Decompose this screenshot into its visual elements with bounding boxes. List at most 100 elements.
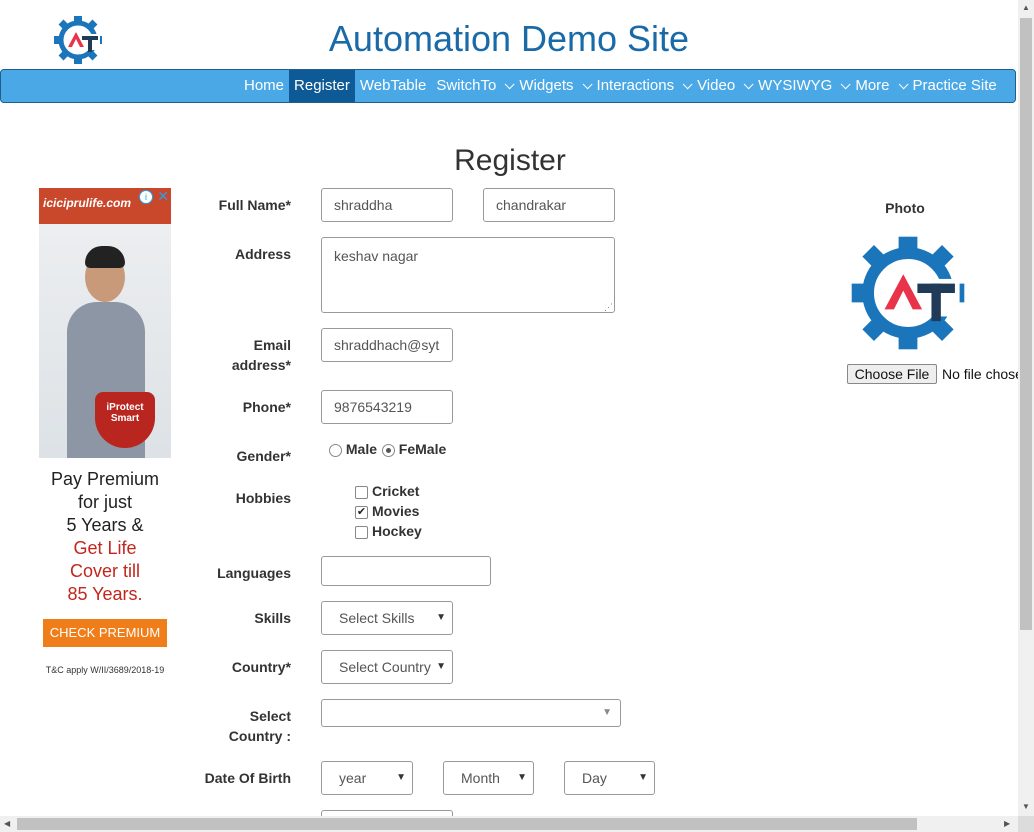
hobbies-label: Hobbies	[235, 490, 291, 506]
gender-female-label: FeMale	[398, 441, 447, 457]
ad-line: Cover till	[69, 561, 140, 581]
ad-line: 85 Years.	[67, 584, 143, 604]
hobby-hockey-checkbox[interactable]	[355, 526, 368, 539]
nav-label: WYSIWYG	[758, 77, 833, 94]
email-label-line: Email	[253, 337, 291, 353]
ad-line: Pay Premium	[50, 469, 160, 489]
skills-select[interactable]: Select Skills ▼	[321, 601, 453, 635]
country-select-value: Select Country	[339, 659, 431, 675]
scroll-right-icon[interactable]: ▶	[1004, 819, 1010, 828]
dropdown-arrow-icon: ▼	[436, 612, 446, 623]
nav-label: Widgets	[519, 77, 574, 94]
dob-day-value: Day	[582, 770, 607, 786]
advertisement[interactable]: iciciprulife.com i ✕ iProtect Smart Pay …	[39, 188, 171, 678]
vertical-scroll-thumb[interactable]	[1020, 18, 1032, 630]
ad-line: Get Life	[73, 538, 137, 558]
nav-label: Practice Site	[912, 77, 997, 94]
nav-practice-site[interactable]: Practice Site	[908, 70, 1002, 102]
address-textarea[interactable]: keshav nagar	[321, 237, 615, 313]
main-navbar: Home Register WebTable SwitchTo Widgets …	[0, 69, 1016, 103]
page-title: Register	[454, 144, 566, 177]
vertical-scrollbar[interactable]: ▲ ▼	[1018, 0, 1034, 816]
languages-label: Languages	[217, 565, 291, 581]
nav-label: Home	[244, 77, 285, 94]
nav-label: More	[855, 77, 890, 94]
ad-image: iProtect Smart	[39, 224, 171, 458]
dob-day-select[interactable]: Day ▼	[564, 761, 655, 795]
dropdown-arrow-icon: ▼	[432, 651, 446, 683]
dropdown-arrow-icon: ▼	[638, 772, 648, 783]
email-label: Email address*	[171, 335, 291, 375]
photo-label: Photo	[885, 200, 925, 216]
resize-handle-icon[interactable]: ⋰	[604, 302, 613, 313]
nav-more[interactable]: More	[850, 70, 909, 102]
phone-label: Phone*	[242, 399, 291, 415]
nav-widgets[interactable]: Widgets	[514, 70, 593, 102]
country-label: Country*	[231, 659, 291, 675]
ad-line: 5 Years &	[66, 515, 144, 535]
select-country-label-line: Select	[249, 708, 291, 724]
email-label-line: address*	[231, 357, 291, 373]
dob-year-select[interactable]: year ▼	[321, 761, 413, 795]
languages-input[interactable]	[321, 556, 491, 586]
nav-label: Video	[697, 77, 736, 94]
email-input[interactable]: shraddhach@syt	[321, 328, 453, 362]
nav-items: Home Register WebTable SwitchTo Widgets …	[239, 70, 1002, 102]
ad-info-icon[interactable]: i	[139, 190, 153, 204]
scroll-up-icon[interactable]: ▲	[1022, 3, 1030, 12]
skills-label: Skills	[254, 610, 291, 626]
gender-radio-group: Male FeMale	[329, 441, 446, 457]
file-status-text: No file chosen	[942, 366, 1018, 382]
country-select[interactable]: Select Country ▼	[321, 650, 453, 684]
gender-male-label: Male	[345, 441, 378, 457]
hobby-hockey-label: Hockey	[372, 523, 422, 539]
ad-person-hair	[85, 246, 125, 268]
ad-line: for just	[77, 492, 133, 512]
dropdown-arrow-icon: ▼	[602, 707, 612, 718]
nav-switchto[interactable]: SwitchTo	[431, 70, 515, 102]
ad-terms: T&C apply W/II/3689/2018-19	[45, 665, 165, 675]
hobby-cricket-label: Cricket	[372, 483, 420, 499]
hobby-movies-checkbox[interactable]: ✔	[355, 506, 368, 519]
dropdown-arrow-icon: ▼	[517, 772, 527, 783]
ad-close-icon[interactable]: ✕	[157, 188, 169, 205]
nav-label: SwitchTo	[436, 77, 497, 94]
hobby-movies-label: Movies	[372, 503, 420, 519]
gender-male-radio[interactable]	[329, 443, 342, 457]
gender-female-radio[interactable]	[381, 443, 395, 457]
nav-home[interactable]: Home	[239, 70, 289, 102]
ad-brand: iciciprulife.com	[43, 196, 132, 210]
horizontal-scroll-thumb[interactable]	[17, 818, 917, 830]
horizontal-scrollbar[interactable]: ◀ ▶	[0, 816, 1018, 832]
select-country-label-line: Country :	[228, 728, 291, 744]
skills-select-value: Select Skills	[339, 610, 415, 626]
profile-photo-logo	[848, 232, 968, 354]
phone-input[interactable]: 9876543219	[321, 390, 453, 424]
last-name-input[interactable]: chandrakar	[483, 188, 615, 222]
first-name-input[interactable]: shraddha	[321, 188, 453, 222]
nav-label: WebTable	[359, 77, 427, 94]
scroll-left-icon[interactable]: ◀	[4, 819, 10, 828]
nav-video[interactable]: Video	[692, 70, 754, 102]
gender-label: Gender*	[236, 448, 291, 464]
scroll-down-icon[interactable]: ▼	[1022, 802, 1030, 811]
nav-label: Register	[294, 77, 350, 94]
site-title: Automation Demo Site	[328, 18, 690, 59]
full-name-label: Full Name*	[218, 197, 291, 213]
nav-webtable[interactable]: WebTable	[355, 70, 431, 102]
ad-cta-button[interactable]: CHECK PREMIUM	[43, 619, 167, 647]
address-label: Address	[234, 246, 291, 262]
dob-month-select[interactable]: Month ▼	[443, 761, 534, 795]
nav-register[interactable]: Register	[289, 70, 355, 102]
hobby-cricket-checkbox[interactable]	[355, 486, 368, 499]
ad-badge: iProtect Smart	[95, 392, 155, 448]
choose-file-button[interactable]: Choose File	[847, 364, 937, 384]
nav-wysiwyg[interactable]: WYSIWYG	[753, 70, 851, 102]
dob-month-value: Month	[461, 770, 500, 786]
dob-label: Date Of Birth	[204, 770, 291, 786]
ad-copy: Pay Premium for just 5 Years & Get Life …	[39, 468, 171, 606]
nav-interactions[interactable]: Interactions	[592, 70, 693, 102]
select-country-combobox[interactable]: ▼	[321, 699, 621, 727]
dropdown-arrow-icon: ▼	[396, 772, 406, 783]
dob-year-value: year	[339, 770, 367, 786]
